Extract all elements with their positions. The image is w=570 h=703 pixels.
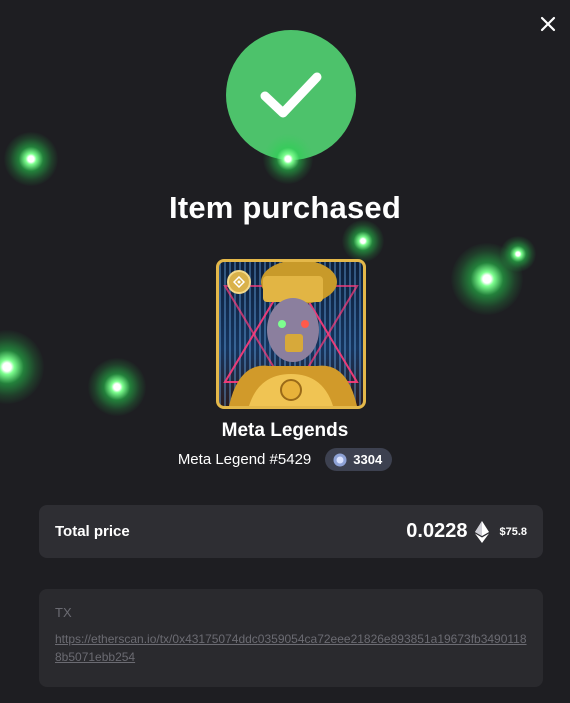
close-button[interactable]: [534, 10, 562, 38]
glow-particle: [342, 220, 384, 262]
total-price-label: Total price: [55, 523, 130, 540]
modal-title: Item purchased: [169, 190, 401, 225]
rarity-rank-value: 3304: [353, 452, 383, 467]
glow-particle: [4, 132, 58, 186]
success-badge: [226, 30, 356, 160]
rarity-icon: [333, 453, 347, 466]
item-name: Meta Legend #5429: [177, 451, 312, 468]
price-values: 0.0228 $75.8: [406, 520, 527, 543]
glow-particle: [88, 358, 146, 416]
tx-label: TX: [55, 605, 72, 620]
tx-link[interactable]: https://etherscan.io/tx/0x43175074ddc035…: [55, 630, 527, 666]
glow-particle: [451, 243, 523, 315]
glow-particle: [0, 330, 44, 404]
purchase-success-modal: Item purchased Meta Legends Meta Legend …: [0, 0, 570, 703]
glow-particle: [500, 236, 536, 272]
rarity-rank-badge[interactable]: 3304: [325, 448, 393, 471]
transaction-card: TX https://etherscan.io/tx/0x43175074ddc…: [39, 589, 543, 687]
collection-badge-icon: [227, 270, 251, 294]
nft-image: [216, 259, 366, 409]
total-price-card: Total price 0.0228 $75.8: [39, 505, 543, 558]
price-eth-value: 0.0228: [406, 520, 468, 542]
close-icon: [540, 16, 556, 32]
price-usd-value: $75.8: [499, 525, 527, 538]
collection-name: Meta Legends: [221, 420, 349, 441]
item-info-row: Meta Legend #5429 3304: [0, 448, 570, 471]
checkmark-icon: [260, 72, 322, 118]
ethereum-icon: [475, 520, 490, 543]
